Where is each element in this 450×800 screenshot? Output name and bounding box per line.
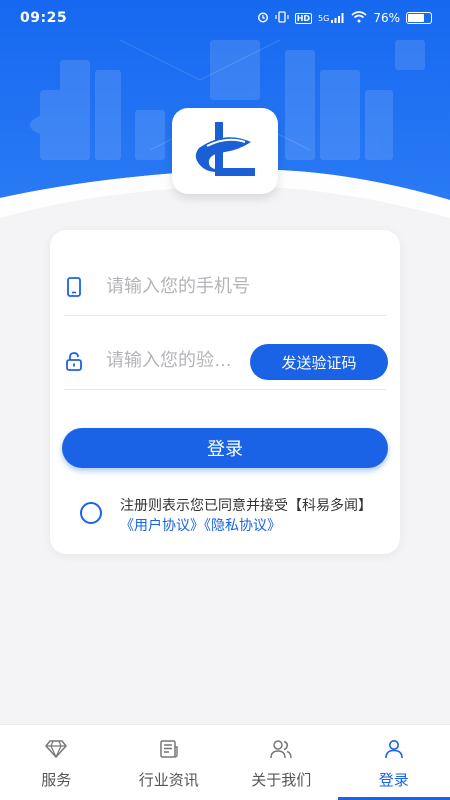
send-code-button[interactable]: 发送验证码 [250, 344, 388, 380]
vibrate-icon [275, 10, 289, 26]
tab-service[interactable]: 服务 [0, 725, 113, 800]
battery-fill [408, 14, 425, 22]
tab-label: 关于我们 [251, 771, 312, 789]
status-icons: HD 5G 76% [257, 10, 432, 26]
bottom-tab-bar: 服务 行业资讯 关于我们 登录 [0, 724, 450, 800]
agreement-row: 注册则表示您已同意并接受【科易多闻】《用户协议》《隐私协议》 [80, 496, 390, 536]
code-input[interactable] [106, 350, 246, 371]
status-time: 09:25 [20, 10, 68, 26]
app-logo [172, 108, 278, 194]
logo-mark-icon [195, 122, 255, 176]
battery-icon [406, 12, 432, 24]
alarm-icon [257, 11, 269, 26]
hd-icon: HD [294, 12, 313, 24]
tab-industry-news[interactable]: 行业资讯 [113, 725, 226, 800]
tab-login[interactable]: 登录 [337, 725, 450, 800]
login-button[interactable]: 登录 [62, 428, 388, 468]
tab-label: 服务 [41, 771, 72, 789]
phone-input[interactable] [106, 276, 306, 297]
user-icon [384, 737, 404, 761]
tab-label: 登录 [378, 771, 409, 789]
news-icon [159, 737, 179, 761]
agreement-statement: 注册则表示您已同意并接受【科易多闻】 [120, 498, 372, 514]
users-icon [269, 737, 293, 761]
battery-percent: 76% [373, 11, 400, 25]
tab-about-us[interactable]: 关于我们 [225, 725, 338, 800]
network-type: 5G [318, 14, 330, 23]
phone-field [64, 258, 386, 316]
phone-icon [64, 276, 84, 297]
privacy-link[interactable]: 《隐私协议》 [204, 518, 281, 534]
agree-radio[interactable] [80, 502, 102, 524]
user-agreement-link[interactable]: 《用户协议》 [120, 518, 204, 534]
wifi-icon [351, 10, 367, 26]
tab-label: 行业资讯 [138, 771, 199, 789]
login-card: 发送验证码 登录 注册则表示您已同意并接受【科易多闻】《用户协议》《隐私协议》 [50, 230, 400, 554]
signal-icon: 5G [318, 13, 345, 23]
diamond-icon [45, 737, 68, 761]
agreement-text: 注册则表示您已同意并接受【科易多闻】《用户协议》《隐私协议》 [120, 496, 390, 536]
status-bar: 09:25 HD 5G 76% [0, 0, 450, 36]
lock-icon [64, 351, 84, 371]
